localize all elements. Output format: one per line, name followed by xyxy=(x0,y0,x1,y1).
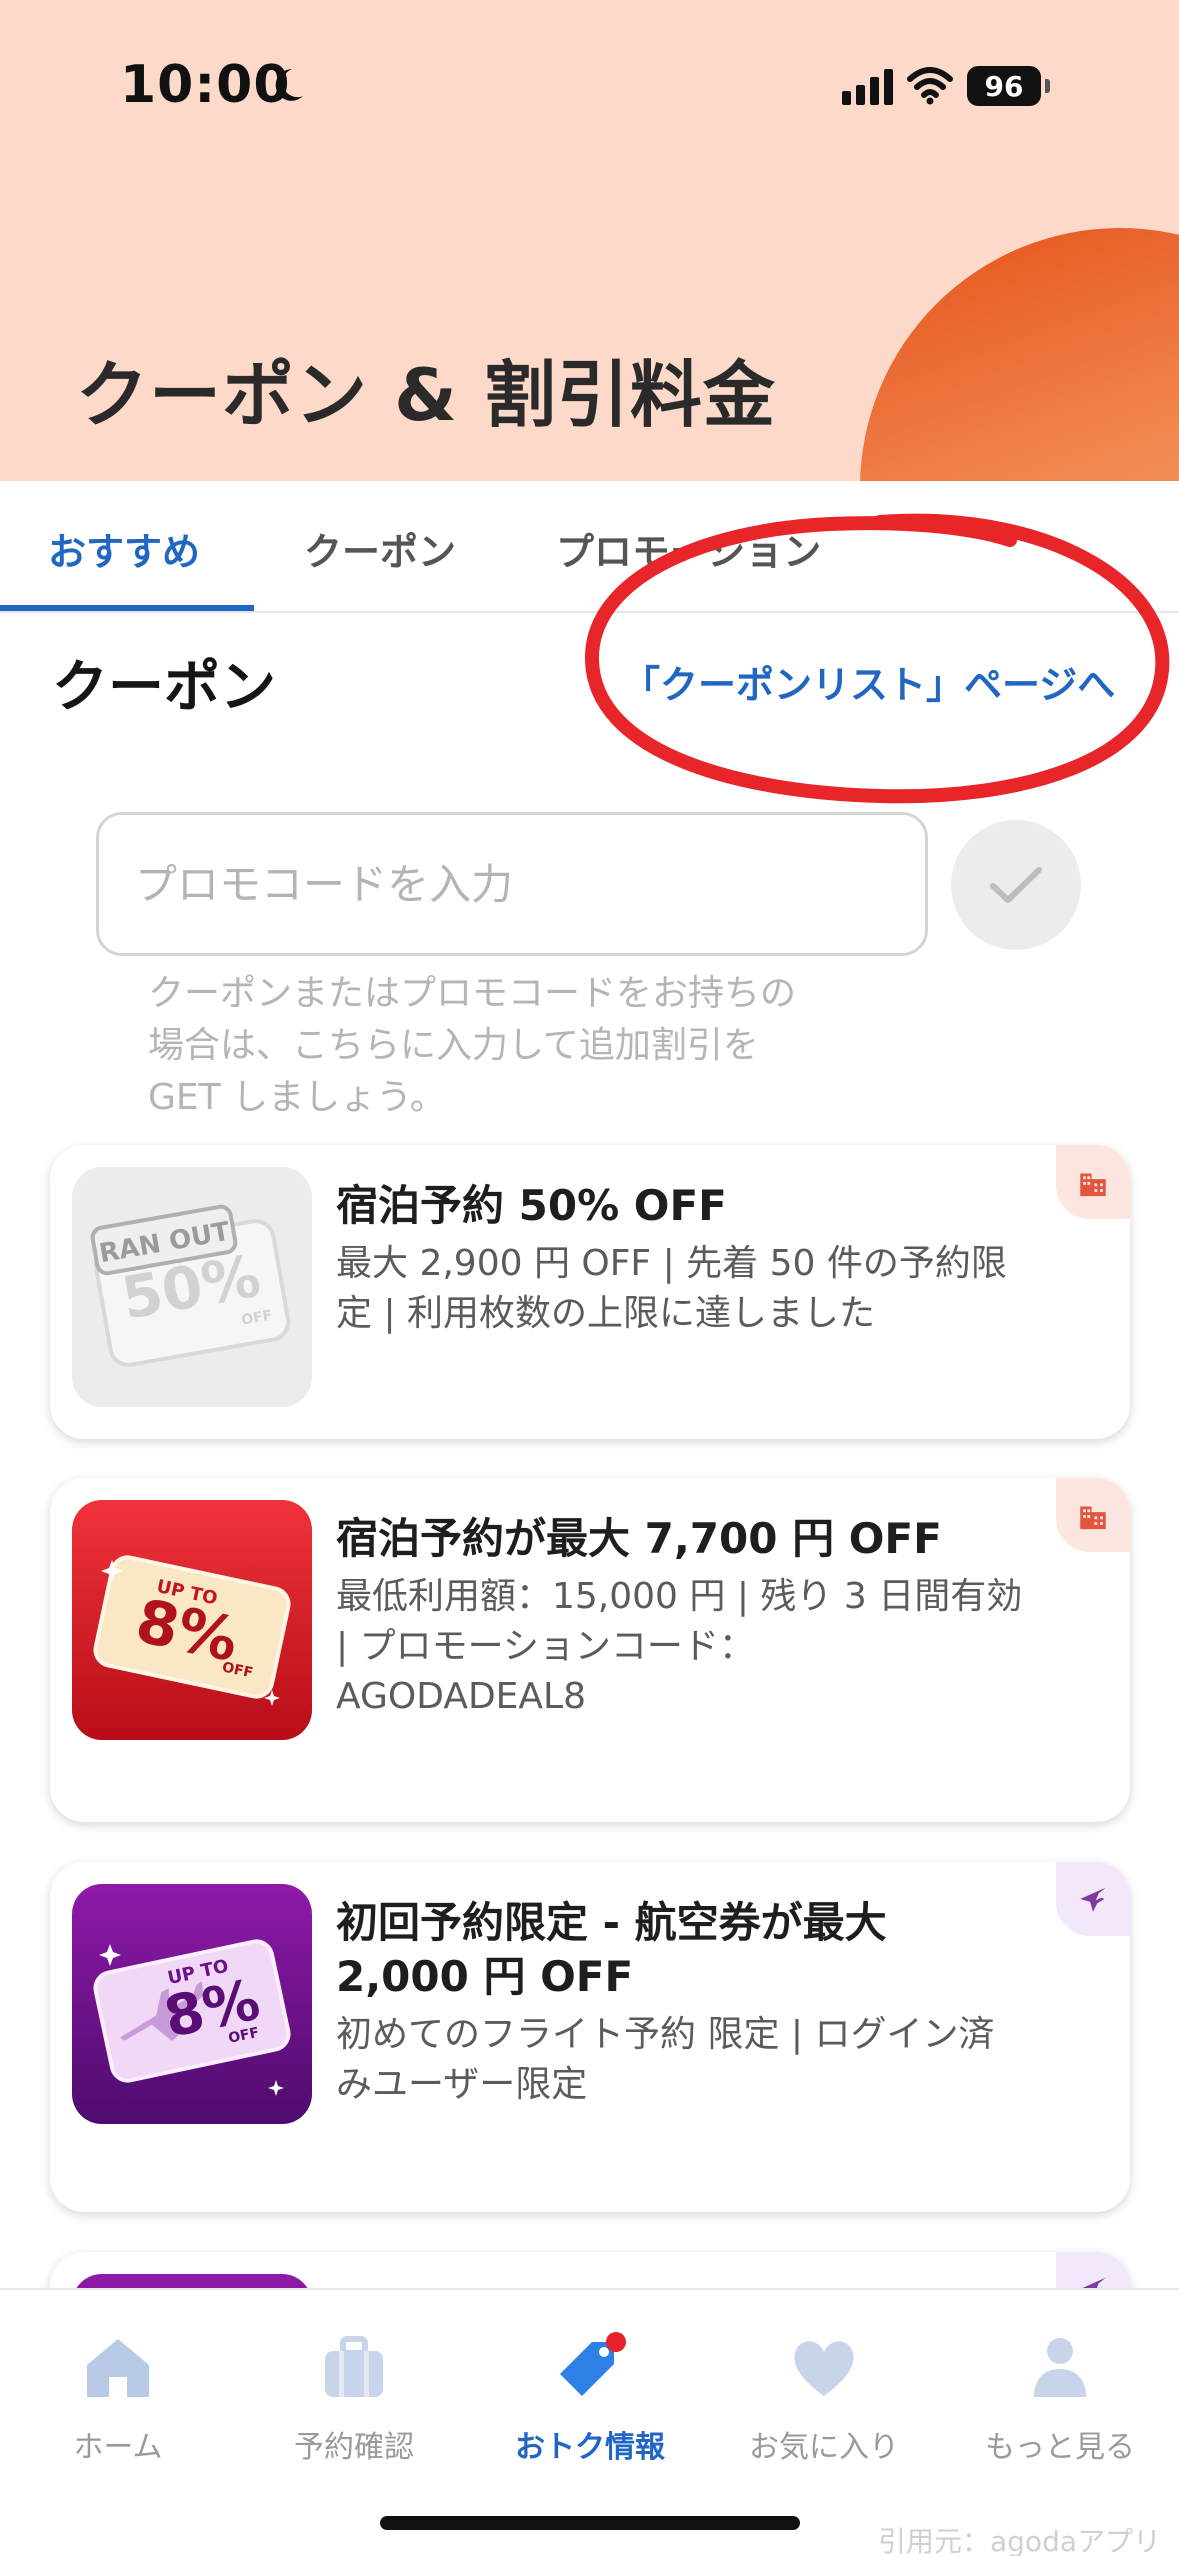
flight-category-badge xyxy=(1056,1862,1130,1936)
check-icon xyxy=(990,867,1042,903)
coupon-list-link[interactable]: 「クーポンリスト」ページへ xyxy=(622,654,1115,709)
tab-recommended[interactable]: おすすめ xyxy=(48,521,200,576)
coupon-description: 最低利用額：15,000 円 | 残り 3 日間有効 | プロモーションコード：… xyxy=(336,1572,1116,1722)
wifi-icon xyxy=(907,67,953,105)
coupon-title: 宿泊予約が最大 7,700 円 OFF xyxy=(336,1514,942,1563)
coupon-desc-line: 初めてのフライト予約 限定 | ログイン済 xyxy=(336,2014,995,2055)
tab-active-indicator xyxy=(0,605,254,611)
cellular-signal-icon xyxy=(842,67,893,105)
coupon-badge-image: UP TO 8% OFF xyxy=(72,1884,312,2124)
coupon-desc-line: 最大 2,900 円 OFF | 先着 50 件の予約限 xyxy=(336,1243,1007,1284)
status-time: 10:00 xyxy=(120,55,291,115)
tab-promotions[interactable]: プロモーション xyxy=(556,521,821,576)
person-icon xyxy=(1034,2338,1086,2397)
coupon-desc-line: みユーザー限定 xyxy=(336,2064,588,2105)
nav-home[interactable]: ホーム xyxy=(18,2328,218,2466)
moon-icon xyxy=(275,69,303,101)
coupon-badge-image: UP TO 8% OFF xyxy=(72,1500,312,1740)
coupon-title-line: 2,000 円 OFF xyxy=(336,1952,634,2001)
coupon-desc-line: 定 | 利用枚数の上限に達しました xyxy=(336,1293,876,1334)
suitcase-icon xyxy=(325,2336,383,2397)
promo-help-line: クーポンまたはプロモコードをお持ちの xyxy=(148,973,797,1014)
nav-label: おトク情報 xyxy=(515,2430,665,2465)
flight-discount-ticket-icon: UP TO 8% OFF xyxy=(93,1939,291,2096)
coupon-card[interactable]: 50% UP TO OFF RAN OUT 宿泊予約 50% OFF 最大 2,… xyxy=(50,1145,1130,1439)
ran-out-ticket-icon: 50% UP TO OFF RAN OUT xyxy=(90,1204,291,1367)
header: 10:00 96 クーポン & 割引料金 xyxy=(0,0,1179,481)
coupon-badge-image: 50% UP TO OFF RAN OUT xyxy=(72,1167,312,1407)
status-indicators: 96 xyxy=(842,62,1050,110)
coupon-card[interactable]: UP TO 8% OFF 宿泊予約が最大 7,700 円 OFF 最低利用額：1… xyxy=(50,1478,1130,1822)
heart-icon xyxy=(794,2341,854,2396)
coupon-desc-line: 最低利用額：15,000 円 | 残り 3 日間有効 xyxy=(336,1576,1023,1617)
coupon-section-title: クーポン xyxy=(52,655,276,720)
nav-label: ホーム xyxy=(73,2430,163,2465)
coupon-card[interactable]: UP TO 8% OFF 初回予約限定 - 航空券が最大 2,000 円 OFF… xyxy=(50,1862,1130,2212)
hotel-category-badge xyxy=(1056,1478,1130,1552)
coupon-title: 初回予約限定 - 航空券が最大 2,000 円 OFF xyxy=(336,1896,1076,2004)
coupon-description: 最大 2,900 円 OFF | 先着 50 件の予約限 定 | 利用枚数の上限… xyxy=(336,1239,1116,1339)
nav-label: お気に入り xyxy=(749,2430,899,2465)
promo-help-text: クーポンまたはプロモコードをお持ちの 場合は、こちらに入力して追加割引を GET… xyxy=(148,968,888,1124)
home-icon xyxy=(87,2339,149,2397)
tab-coupons[interactable]: クーポン xyxy=(304,521,456,576)
screen: 10:00 96 クーポン & 割引料金 おすすめ クーポン プロモーション ク… xyxy=(0,0,1179,2556)
nav-label: もっと見る xyxy=(985,2430,1135,2465)
nav-label: 予約確認 xyxy=(294,2430,414,2465)
nav-deals[interactable]: おトク情報 xyxy=(490,2328,690,2466)
page-title: クーポン & 割引料金 xyxy=(76,353,776,437)
home-indicator[interactable] xyxy=(380,2516,800,2530)
nav-favorites[interactable]: お気に入り xyxy=(724,2328,924,2466)
promo-apply-button[interactable] xyxy=(951,820,1081,950)
coupon-promo-code: AGODADEAL8 xyxy=(336,1676,586,1717)
coupon-title: 宿泊予約 50% OFF xyxy=(336,1181,727,1230)
coupon-title-line: 初回予約限定 - 航空券が最大 xyxy=(336,1898,887,1947)
tag-icon xyxy=(560,2332,626,2396)
promo-code-input[interactable] xyxy=(96,812,928,956)
hotel-icon xyxy=(1080,1506,1106,1530)
airplane-icon xyxy=(1080,1887,1106,1912)
battery-icon: 96 xyxy=(967,66,1041,106)
header-decoration xyxy=(860,228,1179,481)
nav-bookings[interactable]: 予約確認 xyxy=(254,2328,454,2466)
coupon-desc-line: | プロモーションコード： xyxy=(336,1626,755,1667)
promo-help-line: GET しましょう。 xyxy=(148,1077,446,1118)
coupon-description: 初めてのフライト予約 限定 | ログイン済 みユーザー限定 xyxy=(336,2010,1116,2110)
promo-help-line: 場合は、こちらに入力して追加割引を xyxy=(148,1025,759,1066)
discount-ticket-icon: UP TO 8% OFF xyxy=(93,1555,291,1706)
tab-bar: おすすめ クーポン プロモーション xyxy=(0,481,1179,613)
hotel-category-badge xyxy=(1056,1145,1130,1219)
nav-more[interactable]: もっと見る xyxy=(960,2328,1160,2466)
hotel-icon xyxy=(1080,1173,1106,1197)
source-watermark: 引用元：agodaアプリ xyxy=(878,2525,1161,2556)
battery-cap xyxy=(1045,79,1050,93)
